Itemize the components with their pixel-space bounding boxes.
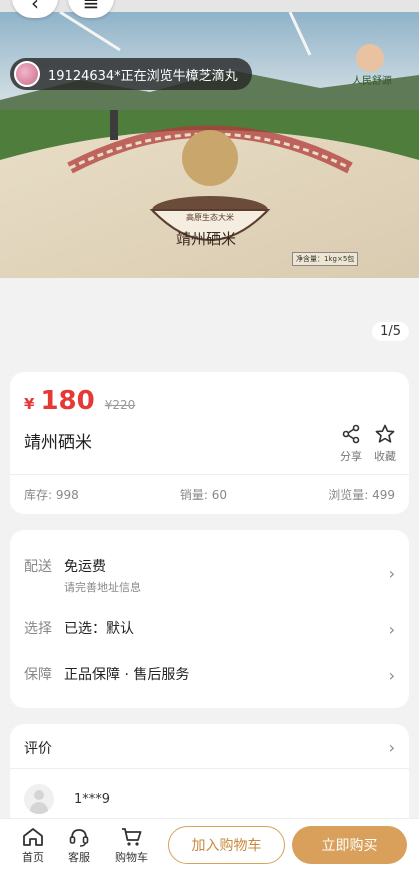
- review-title: 评价: [24, 741, 52, 757]
- avatar: [24, 784, 54, 814]
- chevron-right-icon: ›: [388, 666, 395, 685]
- price-card: ¥ 180 ¥220 靖州硒米 分享 收藏 库存: 998 销量: 60 浏览量…: [10, 372, 409, 514]
- add-to-cart-button[interactable]: 加入购物车: [168, 826, 285, 864]
- divider: [10, 768, 409, 769]
- delivery-sub: 请完善地址信息: [64, 581, 141, 594]
- review-username: 1***9: [74, 791, 111, 807]
- currency-symbol: ¥: [24, 395, 35, 413]
- brand-text: 人民舒源: [352, 76, 392, 87]
- share-button[interactable]: 分享: [340, 424, 362, 464]
- viewer-toast: 19124634*正在浏览牛樟芝滴丸: [10, 58, 252, 90]
- nav-service[interactable]: 客服: [68, 827, 90, 865]
- cart-icon: [121, 828, 141, 846]
- select-key: 选择: [24, 621, 52, 637]
- review-header[interactable]: 评价 ›: [24, 738, 395, 758]
- nav-home[interactable]: 首页: [22, 827, 44, 865]
- view-count: 浏览量: 499: [328, 488, 395, 502]
- select-row[interactable]: 选择 已选：默认 ›: [24, 618, 395, 639]
- guarantee-key: 保障: [24, 667, 52, 683]
- delivery-value: 免运费: [64, 559, 106, 575]
- share-icon: [342, 424, 360, 444]
- net-weight-label: 净含量：1kg×5包: [292, 252, 359, 266]
- back-button[interactable]: ‹: [12, 0, 58, 18]
- favorite-label: 收藏: [374, 450, 396, 463]
- stock-count: 库存: 998: [24, 488, 79, 502]
- product-title: 靖州硒米: [24, 433, 92, 453]
- select-value: 已选：默认: [64, 621, 134, 637]
- guarantee-value: 正品保障 · 售后服务: [64, 667, 190, 683]
- viewer-avatar: [14, 61, 40, 87]
- delivery-key: 配送: [24, 559, 52, 575]
- buy-now-button[interactable]: 立即购买: [292, 826, 407, 864]
- chevron-right-icon: ›: [388, 564, 395, 583]
- top-nav: ‹ ≡: [12, 0, 114, 18]
- viewer-toast-text: 19124634*正在浏览牛樟芝滴丸: [48, 68, 238, 84]
- delivery-info: 免运费 请完善地址信息: [64, 556, 141, 595]
- menu-button[interactable]: ≡: [68, 0, 114, 18]
- star-icon: [375, 424, 395, 443]
- menu-icon: ≡: [82, 0, 100, 15]
- share-label: 分享: [340, 450, 362, 463]
- back-arrow-icon: ‹: [31, 0, 39, 15]
- home-icon: [23, 828, 43, 846]
- sales-count: 销量: 60: [179, 488, 228, 502]
- product-stats: 库存: 998 销量: 60 浏览量: 499: [24, 486, 395, 503]
- package-label: 靖州硒米: [176, 230, 237, 248]
- review-item: 1***9: [24, 784, 110, 814]
- headset-icon: [69, 829, 89, 847]
- divider: [10, 474, 409, 475]
- chevron-right-icon: ›: [388, 738, 395, 757]
- favorite-button[interactable]: 收藏: [374, 424, 396, 464]
- guarantee-row[interactable]: 保障 正品保障 · 售后服务 ›: [24, 664, 395, 685]
- product-image-gallery[interactable]: 靖州硒米 高原生态大米 人民舒源 净含量：1kg×5包: [0, 0, 419, 285]
- nav-home-label: 首页: [22, 851, 44, 864]
- options-card: 配送 免运费 请完善地址信息 › 选择 已选：默认 › 保障 正品保障 · 售后…: [10, 530, 409, 708]
- price-row: ¥ 180 ¥220: [24, 386, 135, 416]
- bottom-action-bar: 首页 客服 购物车 加入购物车 立即购买: [0, 818, 419, 870]
- gallery-pager: 1/5: [372, 322, 409, 341]
- nav-cart-label: 购物车: [115, 851, 148, 864]
- price: 180: [40, 386, 95, 416]
- chevron-right-icon: ›: [388, 620, 395, 639]
- package-tag: 高原生态大米: [186, 213, 234, 222]
- original-price: ¥220: [104, 398, 136, 412]
- nav-service-label: 客服: [68, 851, 90, 864]
- delivery-row[interactable]: 配送 免运费 请完善地址信息 ›: [24, 556, 395, 595]
- nav-cart[interactable]: 购物车: [115, 827, 148, 865]
